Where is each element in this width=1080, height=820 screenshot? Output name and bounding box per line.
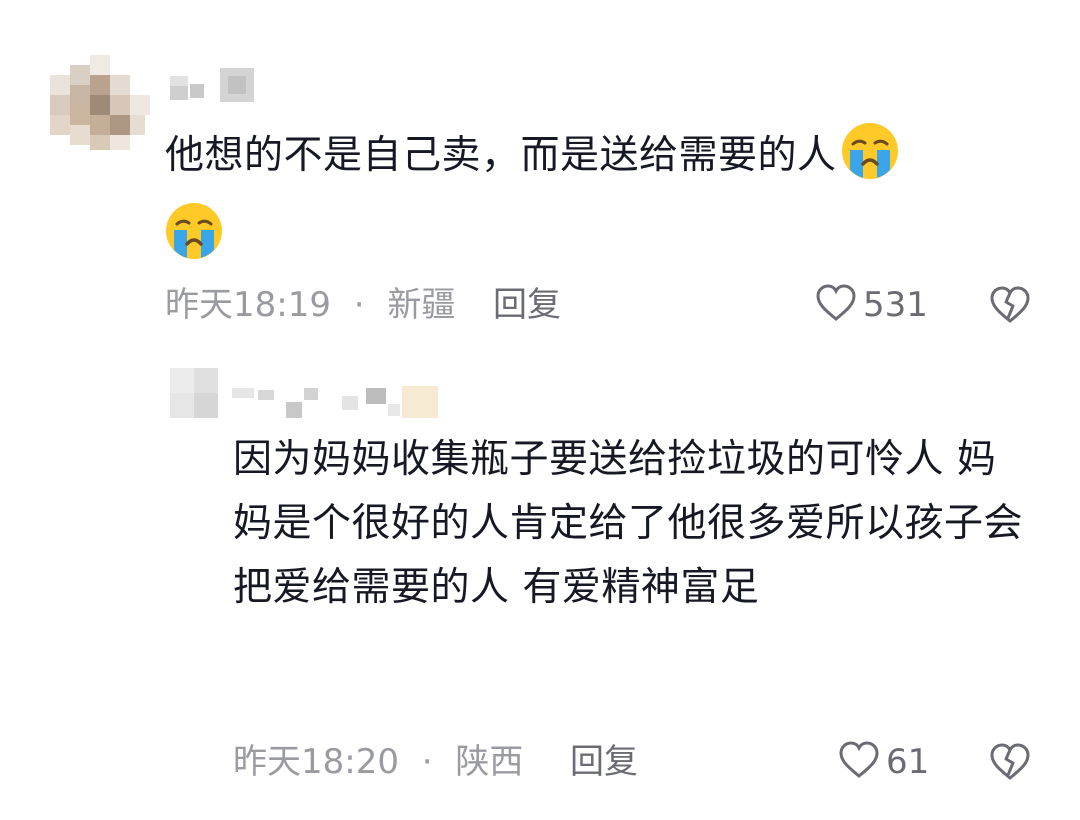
- comment-time: 昨天18:19: [165, 285, 331, 325]
- meta-separator: ·: [421, 742, 433, 782]
- username-blurred[interactable]: [232, 382, 442, 426]
- reply-text: 因为妈妈收集瓶子要送给捡垃圾的可怜人 妈妈是个很好的人肯定给了他很多爱所以孩子会…: [233, 437, 1024, 610]
- dislike-button[interactable]: [988, 742, 1032, 786]
- reply-location: 陕西: [455, 742, 524, 782]
- dislike-button[interactable]: [988, 285, 1032, 329]
- reply-button[interactable]: 回复: [493, 283, 561, 327]
- comment-meta: 昨天18:19 · 新疆: [165, 283, 455, 327]
- crying-face-icon: [163, 200, 225, 266]
- comment-text-content: 他想的不是自己卖，而是送给需要的人: [165, 133, 837, 178]
- comment-location: 新疆: [387, 285, 456, 325]
- like-count: 61: [886, 742, 930, 782]
- comment-text: 他想的不是自己卖，而是送给需要的人: [165, 120, 1005, 188]
- meta-separator: ·: [353, 285, 365, 325]
- broken-heart-icon: [990, 743, 1030, 780]
- like-button[interactable]: 61: [838, 740, 929, 784]
- like-count: 531: [863, 285, 928, 325]
- like-button[interactable]: 531: [815, 283, 928, 327]
- broken-heart-icon: [990, 286, 1030, 323]
- reply-meta: 昨天18:20 · 陕西: [233, 740, 523, 784]
- avatar[interactable]: [50, 55, 150, 150]
- reply-time: 昨天18:20: [233, 742, 399, 782]
- heart-outline-icon: [838, 740, 880, 784]
- heart-outline-icon: [815, 283, 857, 327]
- reply-button[interactable]: 回复: [570, 740, 638, 784]
- username-blurred[interactable]: [170, 68, 260, 106]
- avatar[interactable]: [170, 368, 218, 418]
- crying-face-icon: [839, 120, 901, 182]
